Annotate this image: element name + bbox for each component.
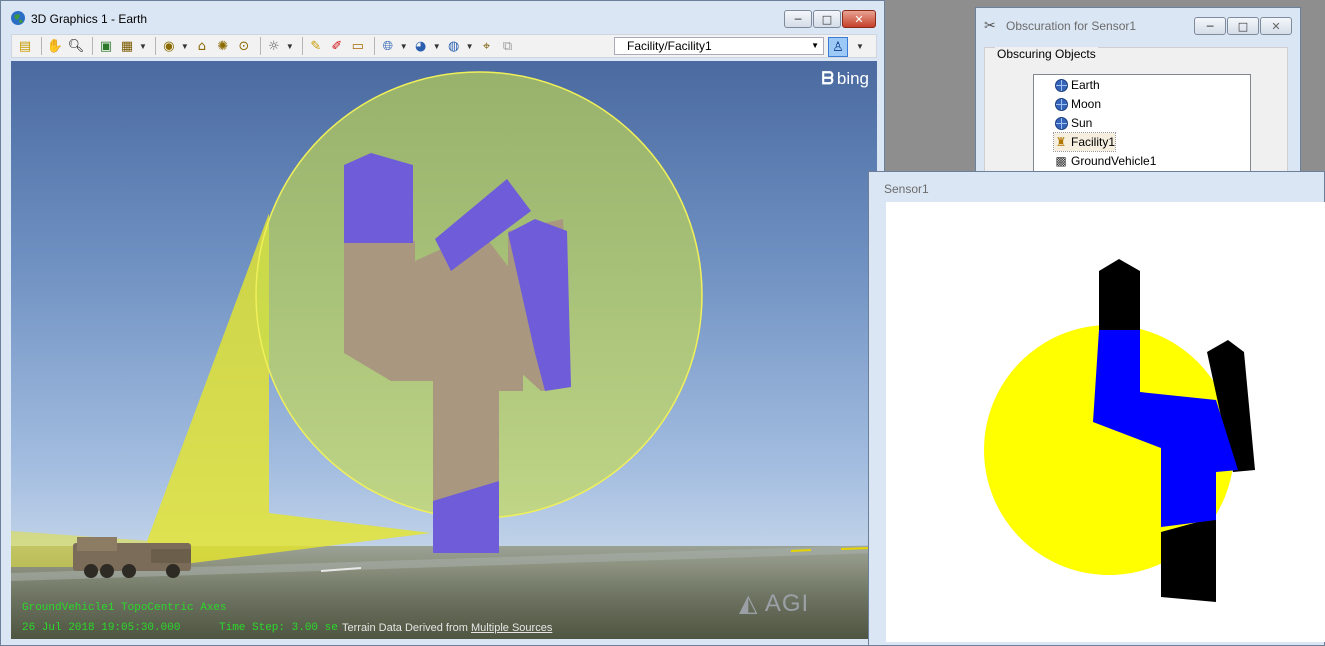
chevron-down-icon[interactable]: ▼: [433, 42, 441, 51]
hud-axes-label: GroundVehicle1 TopoCentric Axes: [22, 602, 227, 614]
minimize-button[interactable]: ─: [1194, 17, 1226, 35]
chevron-down-icon[interactable]: ▼: [286, 42, 294, 51]
view-from-icon[interactable]: ◉: [160, 37, 178, 55]
hud-date: 26 Jul 2018 19:05:30.000: [22, 622, 181, 634]
home-view-icon[interactable]: ⌂: [193, 37, 211, 55]
top-view-icon[interactable]: ⊙: [235, 37, 253, 55]
globe-icon[interactable]: 🌐︎: [379, 37, 397, 55]
object-selector-dropdown[interactable]: Facility/Facility1 ▼: [614, 37, 824, 55]
minimize-button[interactable]: ─: [784, 10, 812, 28]
chevron-down-icon[interactable]: ▼: [856, 42, 864, 51]
vehicle-icon: ▩: [1055, 154, 1067, 168]
earth-app-icon: [10, 10, 26, 29]
measure-icon[interactable]: ▭: [349, 37, 367, 55]
facility-icon: ♜: [1055, 135, 1067, 149]
close-button[interactable]: ✕: [1260, 17, 1292, 35]
building-left-top: [344, 153, 413, 243]
sensor-projection-svg: [984, 259, 1255, 602]
zoom-icon[interactable]: 🔍︎: [67, 37, 85, 55]
list-item[interactable]: ▩ GroundVehicle1: [1054, 152, 1156, 170]
brush-icon[interactable]: ✎: [307, 37, 325, 55]
terrain-credit-link[interactable]: Multiple Sources: [471, 622, 552, 634]
runway-marking: [790, 549, 812, 552]
chevron-down-icon[interactable]: ▼: [139, 42, 147, 51]
maximize-button[interactable]: □: [1227, 17, 1259, 35]
list-item[interactable]: Sun: [1054, 114, 1092, 132]
terrain-credit: Terrain Data Derived from Multiple Sourc…: [342, 622, 553, 634]
agi-logo: ◭ AGI: [739, 590, 810, 617]
title-bar[interactable]: 3D Graphics 1 - Earth ─ □ ✕: [1, 1, 884, 33]
chevron-down-icon[interactable]: ▼: [466, 42, 474, 51]
chevron-down-icon[interactable]: ▼: [811, 38, 819, 54]
runway-marking: [840, 547, 872, 550]
group-label: Obscuring Objects: [995, 47, 1098, 61]
toolbar: ▤ ✋ 🔍︎ ▣ ▦ ▼ ◉ ▼ ⌂ ✺ ⊙ ☼ ▼ ✎ ✐ ▭ 🌐︎ ▼ ◕ …: [11, 34, 877, 58]
3d-viewport[interactable]: ᗷ bing ◭ AGI GroundVehicle1 TopoCentric A…: [11, 61, 877, 639]
planet-icon: [1054, 116, 1068, 130]
bing-logo: ᗷ bing: [821, 69, 869, 88]
hud-timestep: Time Step: 3.00 se: [219, 622, 338, 634]
dialog-title: Obscuration for Sensor1: [1006, 19, 1137, 33]
obscuration-dialog: ✂ Obscuration for Sensor1 ─ □ ✕ Obscurin…: [975, 7, 1301, 179]
globe-view-icon[interactable]: ▣: [97, 37, 115, 55]
sensor-view-canvas[interactable]: [886, 202, 1325, 642]
list-item[interactable]: ♜ Facility1: [1052, 132, 1117, 152]
snapshot-icon[interactable]: ▦: [118, 37, 136, 55]
pan-icon[interactable]: ✋: [46, 37, 64, 55]
object-filter-icon[interactable]: ⧉: [499, 37, 517, 55]
tools-icon: ✂: [984, 17, 996, 33]
obscuration-shadow: [1099, 259, 1140, 332]
window-title: 3D Graphics 1 - Earth: [31, 12, 148, 26]
list-item[interactable]: Earth: [1054, 76, 1100, 94]
maximize-button[interactable]: □: [813, 10, 841, 28]
obscuration-shadow: [1161, 517, 1216, 602]
dialog-title-bar[interactable]: ✂ Obscuration for Sensor1 ─ □ ✕: [976, 8, 1300, 40]
sensor-window-title: Sensor1: [884, 182, 929, 196]
scene-svg: [11, 71, 877, 581]
planet-icon: [1054, 78, 1068, 92]
earth-icon[interactable]: ◍: [445, 37, 463, 55]
target-select-icon[interactable]: ⌖: [478, 37, 496, 55]
object-selector-value: Facility/Facility1: [627, 39, 712, 53]
pencil-icon[interactable]: ✐: [328, 37, 346, 55]
orbit-view-icon[interactable]: ✺: [214, 37, 232, 55]
sensor-view-window: Sensor1: [868, 171, 1325, 646]
sensor-view-icon[interactable]: ♙: [828, 37, 848, 57]
sensor-title-bar[interactable]: Sensor1: [869, 172, 1324, 204]
chevron-down-icon[interactable]: ▼: [181, 42, 189, 51]
close-button[interactable]: ✕: [842, 10, 876, 28]
globe-manager-icon[interactable]: ◕: [412, 37, 430, 55]
list-item[interactable]: Moon: [1054, 95, 1101, 113]
lighting-icon[interactable]: ☼: [265, 37, 283, 55]
planet-icon: [1054, 97, 1068, 111]
chevron-down-icon[interactable]: ▼: [400, 42, 408, 51]
3d-graphics-window: 3D Graphics 1 - Earth ─ □ ✕ ▤ ✋ 🔍︎ ▣ ▦ ▼…: [0, 0, 885, 646]
properties-icon[interactable]: ▤: [16, 37, 34, 55]
ground-vehicle-model: [73, 537, 191, 578]
obscuring-objects-list[interactable]: Earth Moon Sun ♜ Facility1 ▩ GroundVehic…: [1033, 74, 1251, 176]
